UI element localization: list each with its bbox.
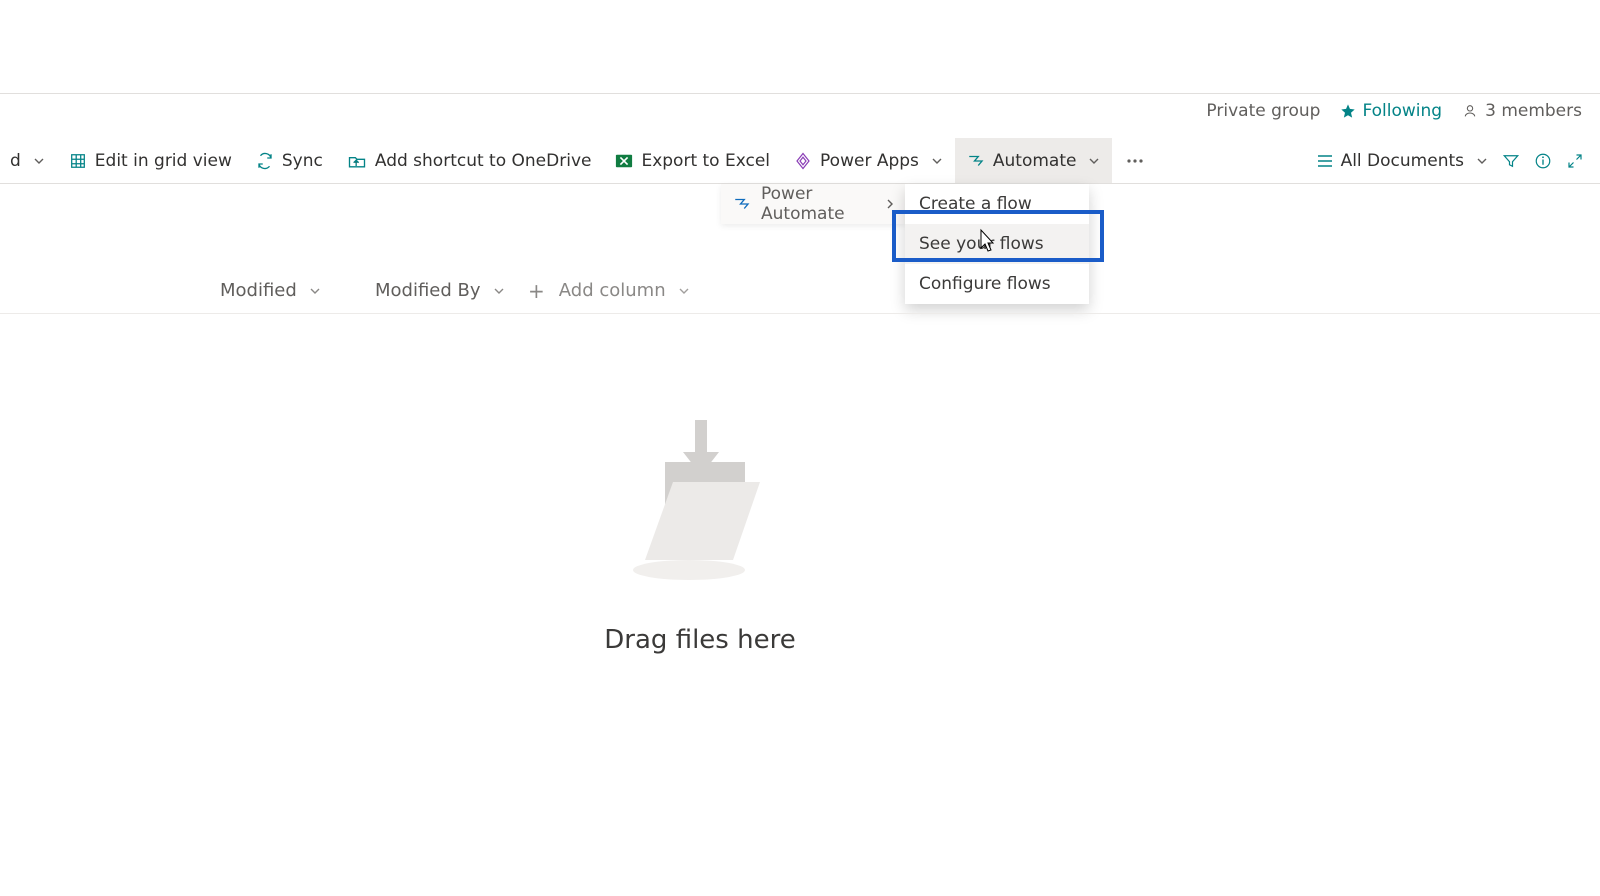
automate-icon — [967, 152, 985, 170]
create-flow-menuitem[interactable]: Create a flow — [905, 184, 1089, 224]
list-view-icon — [1317, 154, 1333, 168]
members-count[interactable]: 3 members — [1462, 101, 1582, 121]
truncated-command[interactable]: d — [6, 138, 57, 183]
following-indicator[interactable]: Following — [1340, 101, 1442, 121]
chevron-down-icon — [678, 285, 690, 297]
see-your-flows-menuitem[interactable]: See your flows — [905, 224, 1089, 264]
star-icon — [1340, 103, 1356, 119]
edit-grid-view-button[interactable]: Edit in grid view — [57, 138, 244, 183]
empty-state: Drag files here — [0, 420, 1600, 655]
more-commands-button[interactable] — [1112, 138, 1158, 183]
info-icon[interactable] — [1534, 152, 1552, 170]
onedrive-shortcut-icon — [347, 152, 367, 170]
ellipsis-icon — [1126, 158, 1144, 164]
excel-icon — [615, 152, 633, 170]
export-excel-button[interactable]: Export to Excel — [603, 138, 782, 183]
power-apps-button[interactable]: Power Apps — [782, 138, 955, 183]
export-excel-label: Export to Excel — [641, 151, 770, 171]
power-apps-label: Power Apps — [820, 151, 919, 171]
chevron-down-icon — [931, 155, 943, 167]
person-icon — [1462, 103, 1478, 119]
power-automate-icon — [733, 195, 751, 213]
add-shortcut-onedrive-button[interactable]: Add shortcut to OneDrive — [335, 138, 604, 183]
expand-icon[interactable] — [1566, 152, 1584, 170]
privacy-label: Private group — [1206, 101, 1320, 121]
filter-icon[interactable] — [1502, 152, 1520, 170]
automate-submenu[interactable]: Power Automate — [721, 184, 905, 224]
chevron-down-icon — [33, 155, 45, 167]
power-apps-icon — [794, 152, 812, 170]
plus-icon: + — [528, 281, 545, 301]
column-header-modified[interactable]: Modified — [220, 280, 321, 301]
chevron-down-icon — [1476, 155, 1488, 167]
sync-icon — [256, 152, 274, 170]
view-label: All Documents — [1341, 151, 1464, 171]
view-selector[interactable]: All Documents — [1317, 151, 1488, 171]
power-automate-label: Power Automate — [761, 184, 885, 224]
grid-icon — [69, 152, 87, 170]
chevron-down-icon — [493, 285, 505, 297]
automate-label: Automate — [993, 151, 1077, 171]
sync-button[interactable]: Sync — [244, 138, 335, 183]
sync-label: Sync — [282, 151, 323, 171]
members-label: 3 members — [1485, 101, 1582, 121]
column-header-modified-by[interactable]: Modified By — [375, 280, 505, 301]
shortcut-label: Add shortcut to OneDrive — [375, 151, 592, 171]
add-column-button[interactable]: + Add column — [528, 280, 690, 301]
chevron-down-icon — [1088, 155, 1100, 167]
following-label: Following — [1362, 101, 1442, 121]
empty-state-text: Drag files here — [604, 625, 795, 655]
automate-button[interactable]: Automate — [955, 138, 1113, 183]
empty-folder-illustration — [615, 420, 785, 585]
edit-grid-label: Edit in grid view — [95, 151, 232, 171]
column-header-row: Modified Modified By + Add column — [0, 268, 1600, 314]
chevron-right-icon — [885, 198, 895, 210]
command-bar: d Edit in grid view Sync Add shortcut to… — [0, 138, 1600, 184]
chevron-down-icon — [309, 285, 321, 297]
